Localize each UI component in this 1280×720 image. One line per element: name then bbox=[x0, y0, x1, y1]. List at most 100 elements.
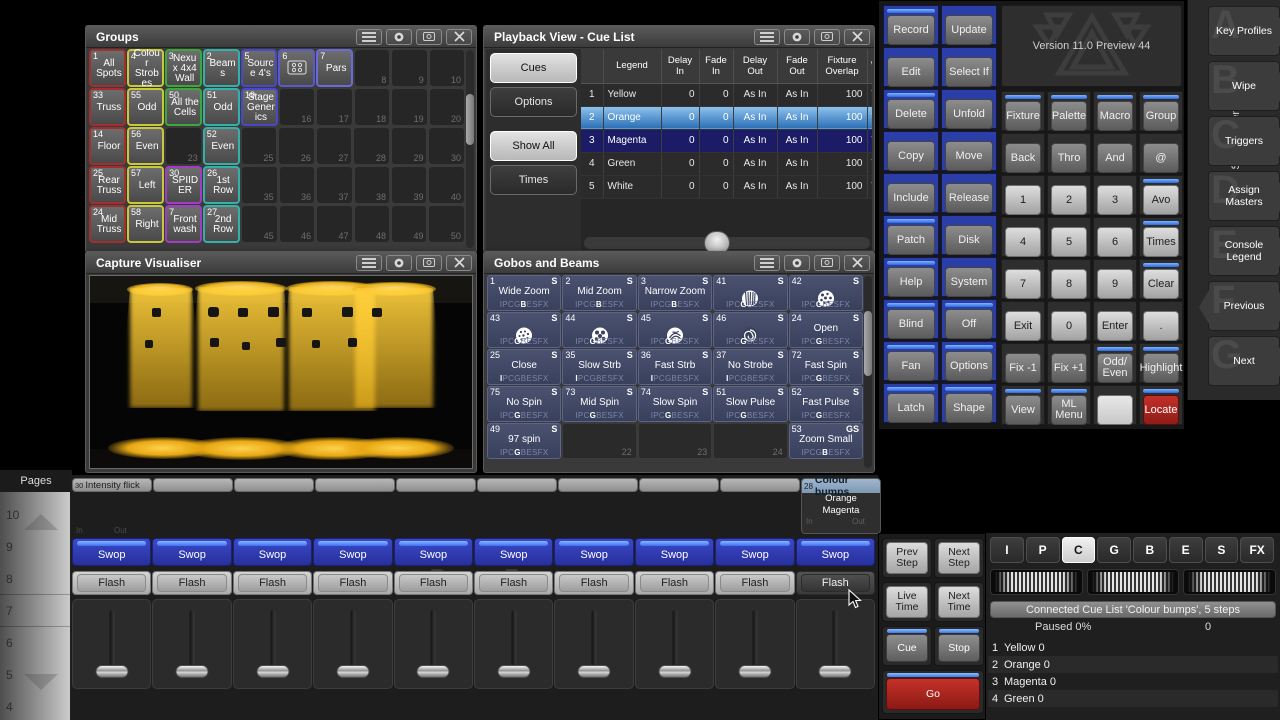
flash-button[interactable]: Flash bbox=[554, 571, 633, 595]
page-up-arrow[interactable] bbox=[24, 514, 58, 530]
groups-grid[interactable]: 1All Spots4Colour Strobes3Nexux 4x4 Wall… bbox=[89, 49, 466, 249]
flash-button-row[interactable]: FlashFlashFlashFlashFlashFlashFlashFlash… bbox=[72, 571, 876, 595]
connected-cue-legend[interactable]: 28 Colour bumps Orange Magenta In Out bbox=[801, 478, 881, 534]
system-menu-console-legend[interactable]: EConsole Legend bbox=[1208, 226, 1280, 276]
playback-legend-cell[interactable] bbox=[639, 478, 719, 492]
attribute-tab-g[interactable]: G bbox=[1097, 537, 1131, 563]
console-key-copy[interactable]: Copy bbox=[887, 141, 935, 171]
group-cell[interactable]: 56Even bbox=[127, 127, 164, 165]
console-key-5[interactable]: 5 bbox=[1051, 227, 1087, 257]
gobo-cell[interactable]: 43SIPCGBESFX bbox=[487, 312, 561, 348]
status-cue-line[interactable]: 1Yellow 0 bbox=[988, 639, 1278, 656]
close-icon[interactable] bbox=[844, 29, 870, 45]
console-key-blind[interactable]: Blind bbox=[887, 309, 935, 339]
fader-knob[interactable] bbox=[336, 665, 369, 678]
playback-fader[interactable] bbox=[72, 599, 151, 689]
group-cell[interactable]: 14Floor bbox=[89, 127, 126, 165]
group-cell[interactable]: 17 bbox=[316, 88, 352, 126]
snapshot-icon[interactable] bbox=[814, 255, 840, 271]
group-cell[interactable]: 45 bbox=[241, 205, 277, 243]
group-cell[interactable]: 37 bbox=[316, 166, 352, 204]
gobo-cell[interactable]: 52SFast PulseIPCGBESFX bbox=[789, 386, 863, 422]
gobo-cell[interactable]: 25SCloseIPCGBESFX bbox=[487, 349, 561, 385]
console-key-record[interactable]: Record bbox=[887, 15, 935, 45]
swop-button-row[interactable]: SwopSwopSwopSwopSwopSwopSwopSwopSwopSwop bbox=[72, 538, 876, 566]
console-key-enter[interactable]: Enter bbox=[1097, 311, 1133, 341]
console-key-shape[interactable]: Shape bbox=[945, 393, 993, 423]
status-cue-line[interactable]: 3Magenta 0 bbox=[988, 673, 1278, 690]
gobo-cell[interactable]: 49S97 spinIPCGBESFX bbox=[487, 423, 561, 459]
fader-knob[interactable] bbox=[417, 665, 450, 678]
page-number[interactable]: 4 bbox=[6, 700, 13, 714]
fader-knob[interactable] bbox=[819, 665, 852, 678]
console-key-fan[interactable]: Fan bbox=[887, 351, 935, 381]
groups-scrollbar[interactable] bbox=[466, 50, 474, 248]
attribute-tab-i[interactable]: I bbox=[990, 537, 1024, 563]
group-cell[interactable]: 46 bbox=[279, 205, 315, 243]
playback-side-times[interactable]: Times bbox=[490, 165, 577, 195]
gear-icon[interactable] bbox=[386, 29, 412, 45]
console-key-clear[interactable]: Clear bbox=[1143, 269, 1179, 299]
gobo-cell[interactable]: 46SIPCGBESFX bbox=[713, 312, 787, 348]
group-cell[interactable]: 272nd Row bbox=[203, 205, 240, 243]
cue-row[interactable]: 3Magenta00As InAs In100Wa bbox=[581, 129, 872, 152]
console-key-3[interactable]: 3 bbox=[1097, 185, 1133, 215]
console-key-edit[interactable]: Edit bbox=[887, 57, 935, 87]
attribute-tab-b[interactable]: B bbox=[1133, 537, 1167, 563]
console-key-8[interactable]: 8 bbox=[1051, 269, 1087, 299]
system-menu-previous[interactable]: FPrevious bbox=[1208, 281, 1280, 331]
group-cell[interactable]: 50All the Cells bbox=[165, 88, 202, 126]
swop-button[interactable]: Swop bbox=[72, 538, 151, 566]
group-cell[interactable]: 58Right bbox=[127, 205, 164, 243]
cue-row[interactable]: 5White00As InAs In100Wa bbox=[581, 175, 872, 198]
cue-table-hscrollbar[interactable] bbox=[584, 237, 870, 249]
cue-table[interactable]: LegendDelay InFade InDelay OutFade OutFi… bbox=[581, 49, 872, 250]
console-key-7[interactable]: 7 bbox=[1005, 269, 1041, 299]
flash-button[interactable]: Flash bbox=[715, 571, 794, 595]
gobo-cell[interactable]: 22 bbox=[562, 423, 636, 459]
group-cell[interactable]: 7Pars bbox=[316, 49, 353, 87]
group-cell[interactable]: 4Colour Strobes bbox=[127, 49, 164, 87]
playback-side-cues[interactable]: Cues bbox=[490, 53, 577, 83]
group-cell[interactable]: 16 bbox=[279, 88, 315, 126]
console-key-include[interactable]: Include bbox=[887, 183, 935, 213]
group-cell[interactable]: 47 bbox=[316, 205, 352, 243]
console-key--[interactable]: . bbox=[1143, 311, 1179, 341]
group-cell[interactable]: 9 bbox=[391, 49, 427, 87]
console-key-highlight[interactable]: Highlight bbox=[1143, 353, 1179, 383]
playback-fader[interactable] bbox=[554, 599, 633, 689]
group-cell[interactable]: 20 bbox=[429, 88, 465, 126]
gobo-cell[interactable]: 51SSlow PulseIPCGBESFX bbox=[713, 386, 787, 422]
attribute-tab-p[interactable]: P bbox=[1026, 537, 1060, 563]
console-key-blank[interactable] bbox=[1097, 395, 1133, 425]
group-cell[interactable]: 33Truss bbox=[89, 88, 126, 126]
playback-control-stop[interactable]: Stop bbox=[934, 626, 984, 666]
console-key-back[interactable]: Back bbox=[1005, 143, 1041, 173]
console-key-locate[interactable]: Locate bbox=[1143, 395, 1179, 425]
gobo-cell[interactable]: 73SMid SpinIPCGBESFX bbox=[562, 386, 636, 422]
playback-fader[interactable] bbox=[474, 599, 553, 689]
console-key-fix-1[interactable]: Fix -1 bbox=[1005, 353, 1041, 383]
playback-legend-cell[interactable] bbox=[558, 478, 638, 492]
console-key-exit[interactable]: Exit bbox=[1005, 311, 1041, 341]
gear-icon[interactable] bbox=[386, 255, 412, 271]
flash-button[interactable]: Flash bbox=[72, 571, 151, 595]
swop-button[interactable]: Swop bbox=[394, 538, 473, 566]
attribute-tab-fx[interactable]: FX bbox=[1240, 537, 1274, 563]
group-cell[interactable]: 261st Row bbox=[203, 166, 240, 204]
swop-button[interactable]: Swop bbox=[635, 538, 714, 566]
gobo-cell[interactable]: 37SNo StrobeIPCGBESFX bbox=[713, 349, 787, 385]
group-cell[interactable]: 35 bbox=[241, 166, 277, 204]
page-down-arrow[interactable] bbox=[24, 674, 58, 690]
gobo-cell[interactable]: 53GSZoom SmallIPCGBESFX bbox=[789, 423, 863, 459]
group-cell[interactable]: 29 bbox=[391, 127, 428, 165]
group-cell[interactable]: 10 bbox=[429, 49, 465, 87]
console-key-palette[interactable]: Palette bbox=[1051, 101, 1087, 131]
swop-button[interactable]: Swop bbox=[152, 538, 231, 566]
gobo-cell[interactable]: 1SWide ZoomIPCGBESFX bbox=[487, 275, 561, 311]
swop-button[interactable]: Swop bbox=[796, 538, 875, 566]
playback-control-live-time[interactable]: Live Time bbox=[882, 582, 932, 622]
gobos-scrollbar[interactable] bbox=[864, 276, 872, 468]
fader-knob[interactable] bbox=[95, 665, 128, 678]
group-cell[interactable]: 40 bbox=[428, 166, 464, 204]
